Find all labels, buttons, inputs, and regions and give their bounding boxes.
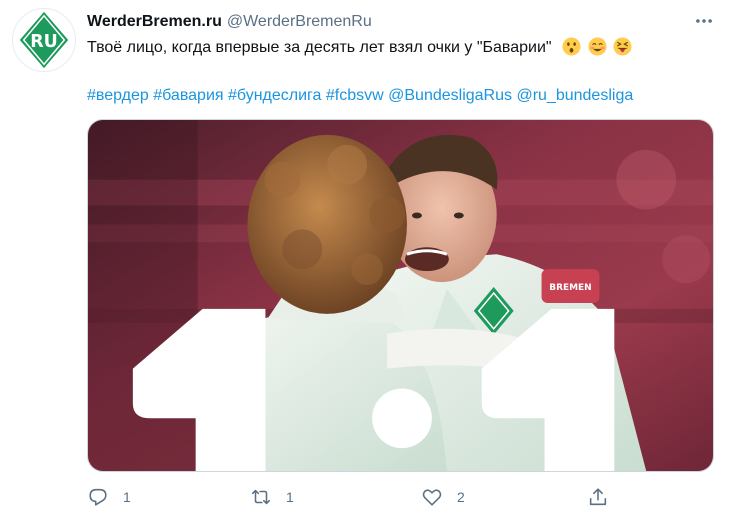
hashtag-link[interactable]: #вердер — [87, 87, 149, 104]
tweet-header: WerderBremen.ru @WerderBremenRu — [87, 11, 372, 33]
smiling-face-with-smiling-eyes-icon — [587, 37, 607, 56]
reply-count: 1 — [123, 489, 131, 505]
tweet-text: Твоё лицо, когда впервые за десять лет в… — [87, 37, 632, 59]
avatar-text: RU — [30, 32, 58, 52]
tweet[interactable]: RU WerderBremen.ru @WerderBremenRu Твоё … — [0, 0, 730, 517]
reply-button[interactable]: 1 — [87, 482, 131, 512]
user-handle[interactable]: @WerderBremenRu — [227, 13, 372, 31]
hashtag-link[interactable]: #fcbsvw — [326, 87, 384, 104]
tweet-actions: 1 1 2 — [87, 482, 617, 512]
retweet-icon — [251, 489, 271, 505]
more-options-button[interactable] — [690, 10, 718, 32]
hashtags-line: #вердер #бавария #бундеслига #fcbsvw @Bu… — [87, 85, 633, 107]
hushed-face-icon — [562, 37, 581, 56]
mention-link[interactable]: @ru_bundesliga — [516, 87, 633, 104]
heart-icon — [422, 489, 442, 506]
reply-icon — [89, 488, 107, 506]
retweet-button[interactable]: 1 — [250, 482, 294, 512]
display-name[interactable]: WerderBremen.ru — [87, 13, 222, 31]
like-button[interactable]: 2 — [421, 482, 465, 512]
avatar[interactable]: RU — [12, 8, 76, 72]
mention-link[interactable]: @BundesligaRus — [388, 87, 512, 104]
squinting-face-with-tongue-icon — [613, 37, 632, 56]
werder-logo-icon: RU — [13, 9, 75, 71]
score-separator-dot — [372, 388, 432, 449]
hashtag-link[interactable]: #бавария — [153, 87, 223, 104]
tweet-body: Твоё лицо, когда впервые за десять лет в… — [87, 39, 552, 56]
sponsor-patch-text: BREMEN — [549, 283, 591, 293]
tweet-media-image[interactable]: BREMEN — [87, 119, 714, 472]
like-count: 2 — [457, 489, 465, 505]
hashtag-link[interactable]: #бундеслига — [228, 87, 321, 104]
share-button[interactable] — [587, 482, 609, 512]
celebration-photo: BREMEN — [88, 120, 713, 471]
share-icon — [589, 488, 607, 506]
more-icon — [696, 19, 712, 23]
retweet-count: 1 — [286, 489, 294, 505]
